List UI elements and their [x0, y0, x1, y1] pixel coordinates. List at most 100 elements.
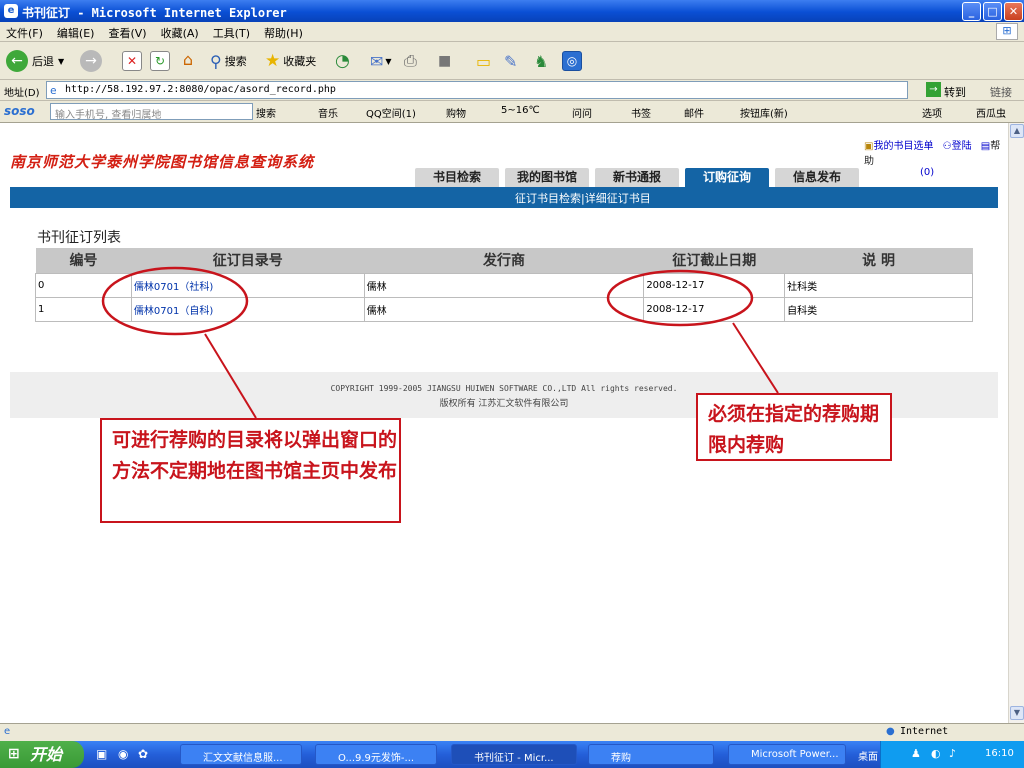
- catalog-link[interactable]: 儒林0701（自科): [134, 306, 213, 317]
- stop-icon: ✕: [122, 51, 142, 71]
- scroll-up-icon[interactable]: ▲: [1010, 124, 1024, 138]
- home-button[interactable]: ⌂: [178, 48, 198, 74]
- tray-icon[interactable]: ♪: [949, 747, 956, 760]
- row-id: 1: [35, 296, 132, 322]
- back-button[interactable]: ← 后退 ▼: [6, 48, 64, 74]
- menu-file[interactable]: 文件(F): [0, 22, 51, 41]
- forward-button[interactable]: →: [80, 48, 102, 74]
- help-icon: ▤: [980, 141, 991, 152]
- login-icon: ⚇: [942, 141, 952, 152]
- login-link[interactable]: 登陆: [952, 141, 972, 152]
- subscription-table: 编号 征订目录号 发行商 征订截止日期 说 明 0 儒林0701（社科) 儒林 …: [35, 248, 973, 322]
- back-label: 后退: [32, 55, 54, 68]
- messenger-icon: ♞: [534, 51, 549, 71]
- go-button[interactable]: 转到: [944, 84, 966, 100]
- catalog-link[interactable]: 儒林0701（社科): [134, 282, 213, 293]
- mail-menu-button[interactable]: 邮件: [684, 105, 704, 120]
- menu-edit[interactable]: 编辑(E): [51, 22, 103, 41]
- chevron-down-icon: ▼: [58, 56, 65, 66]
- mail-icon: ✉: [370, 51, 384, 71]
- quicklaunch-icon[interactable]: ▣: [96, 747, 107, 761]
- scroll-down-icon[interactable]: ▼: [1010, 706, 1024, 720]
- forward-arrow-icon: →: [80, 50, 102, 72]
- task-subscription[interactable]: 书刊征订 - Micr...: [451, 744, 577, 765]
- tab-new-books[interactable]: 新书通报: [595, 168, 679, 187]
- tab-catalog-search[interactable]: 书目检索: [415, 168, 499, 187]
- options-button[interactable]: 选项: [922, 105, 942, 120]
- subnav-detail-link[interactable]: 详细征订书目: [585, 192, 651, 205]
- search-button[interactable]: ⚲ 搜索: [210, 48, 247, 74]
- watermelon-button[interactable]: 西瓜虫: [976, 105, 1006, 120]
- task-shop[interactable]: O...9.9元发饰-...: [315, 744, 437, 765]
- address-label: 地址(D): [4, 88, 40, 99]
- row-publisher: 儒林: [363, 272, 645, 298]
- address-input[interactable]: e http://58.192.97.2:8080/opac/asord_rec…: [46, 81, 908, 99]
- stop-button[interactable]: ✕: [122, 48, 142, 74]
- task-powerpoint[interactable]: Microsoft Power...: [728, 744, 846, 765]
- discuss-button[interactable]: ✎: [504, 48, 517, 74]
- mail-button[interactable]: ✉ ▼: [370, 48, 392, 74]
- tray-icon[interactable]: ◐: [931, 747, 941, 760]
- menu-tools[interactable]: 工具(T): [207, 22, 258, 41]
- close-button[interactable]: ✕: [1004, 2, 1023, 21]
- row-deadline: 2008-12-17: [643, 272, 786, 298]
- menu-view[interactable]: 查看(V): [102, 22, 154, 41]
- task-recommend[interactable]: 荐购: [588, 744, 714, 765]
- history-icon: ◔: [335, 51, 350, 71]
- links-button[interactable]: 链接: [990, 84, 1012, 100]
- clock: 16:10: [985, 748, 1014, 759]
- taskbar: ⊞ 开始 ▣ ◉ ✿ 汇文文献信息服... O...9.9元发饰-... 书刊征…: [0, 741, 1024, 768]
- vertical-scrollbar[interactable]: ▲ ▼: [1008, 123, 1024, 723]
- tab-my-library[interactable]: 我的图书馆: [505, 168, 589, 187]
- research-icon: ◎: [562, 51, 582, 71]
- back-arrow-icon: ←: [6, 50, 28, 72]
- lexicon-button[interactable]: 按钮库(新): [740, 105, 788, 120]
- tab-info-release[interactable]: 信息发布: [775, 168, 859, 187]
- menu-favorites[interactable]: 收藏(A): [155, 22, 207, 41]
- subnav-search-link[interactable]: 征订书目检索: [515, 192, 581, 205]
- quicklaunch-icon[interactable]: ◉: [118, 747, 128, 761]
- list-title: 书刊征订列表: [37, 230, 121, 246]
- bookmarks-button[interactable]: 书签: [631, 105, 651, 120]
- table-row: 0 儒林0701（社科) 儒林 2008-12-17 社科类: [35, 272, 973, 298]
- folder-button[interactable]: ▭: [476, 48, 491, 74]
- soso-search-button[interactable]: 搜索: [256, 105, 276, 120]
- menu-help[interactable]: 帮助(H): [258, 22, 311, 41]
- menu-bar: 文件(F) 编辑(E) 查看(V) 收藏(A) 工具(T) 帮助(H) ⊞: [0, 22, 1024, 42]
- favorites-button[interactable]: ★ 收藏夹: [265, 48, 316, 74]
- start-button[interactable]: ⊞ 开始: [0, 741, 84, 768]
- print-button[interactable]: ⎙: [404, 48, 417, 74]
- minimize-button[interactable]: _: [962, 2, 981, 21]
- shopping-button[interactable]: 购物: [446, 105, 466, 120]
- quicklaunch-icon[interactable]: ✿: [138, 747, 148, 761]
- site-title: 南京师范大学泰州学院图书馆信息查询系统: [10, 153, 315, 171]
- edit-button[interactable]: ■: [438, 48, 451, 74]
- tray-icon[interactable]: ♟: [911, 747, 921, 760]
- maximize-button[interactable]: □: [983, 2, 1002, 21]
- ask-button[interactable]: 问问: [572, 105, 592, 120]
- messenger-button[interactable]: ♞: [534, 48, 548, 74]
- history-button[interactable]: ◔: [335, 48, 350, 74]
- table-row: 1 儒林0701（自科) 儒林 2008-12-17 自科类: [35, 296, 973, 322]
- booklist-link[interactable]: 我的书目选单: [873, 141, 933, 152]
- soso-search-input[interactable]: 输入手机号, 查看归属地: [50, 103, 253, 121]
- discuss-icon: ✎: [504, 51, 518, 71]
- qzone-button[interactable]: QQ空间(1): [366, 105, 416, 120]
- print-icon: ⎙: [404, 51, 417, 70]
- row-deadline: 2008-12-17: [643, 296, 786, 322]
- home-icon: ⌂: [182, 50, 194, 69]
- row-publisher: 儒林: [363, 296, 645, 322]
- music-button[interactable]: 音乐: [318, 105, 338, 120]
- column-header-id: 编号: [35, 248, 132, 273]
- column-header-publisher: 发行商: [364, 248, 644, 273]
- system-tray: ♟ ◐ ♪ 16:10: [880, 741, 1024, 768]
- column-header-deadline: 征订截止日期: [643, 248, 785, 273]
- address-url: http://58.192.97.2:8080/opac/asord_recor…: [65, 84, 336, 95]
- desktop-label[interactable]: 桌面: [858, 748, 878, 763]
- research-button[interactable]: ◎: [562, 48, 582, 74]
- task-huiwen[interactable]: 汇文文献信息服...: [180, 744, 302, 765]
- tab-acquisition[interactable]: 订购征询: [685, 168, 769, 187]
- refresh-button[interactable]: ↻: [150, 48, 170, 74]
- weather-button[interactable]: 5~16℃: [501, 105, 540, 116]
- soso-logo[interactable]: soso: [4, 104, 35, 118]
